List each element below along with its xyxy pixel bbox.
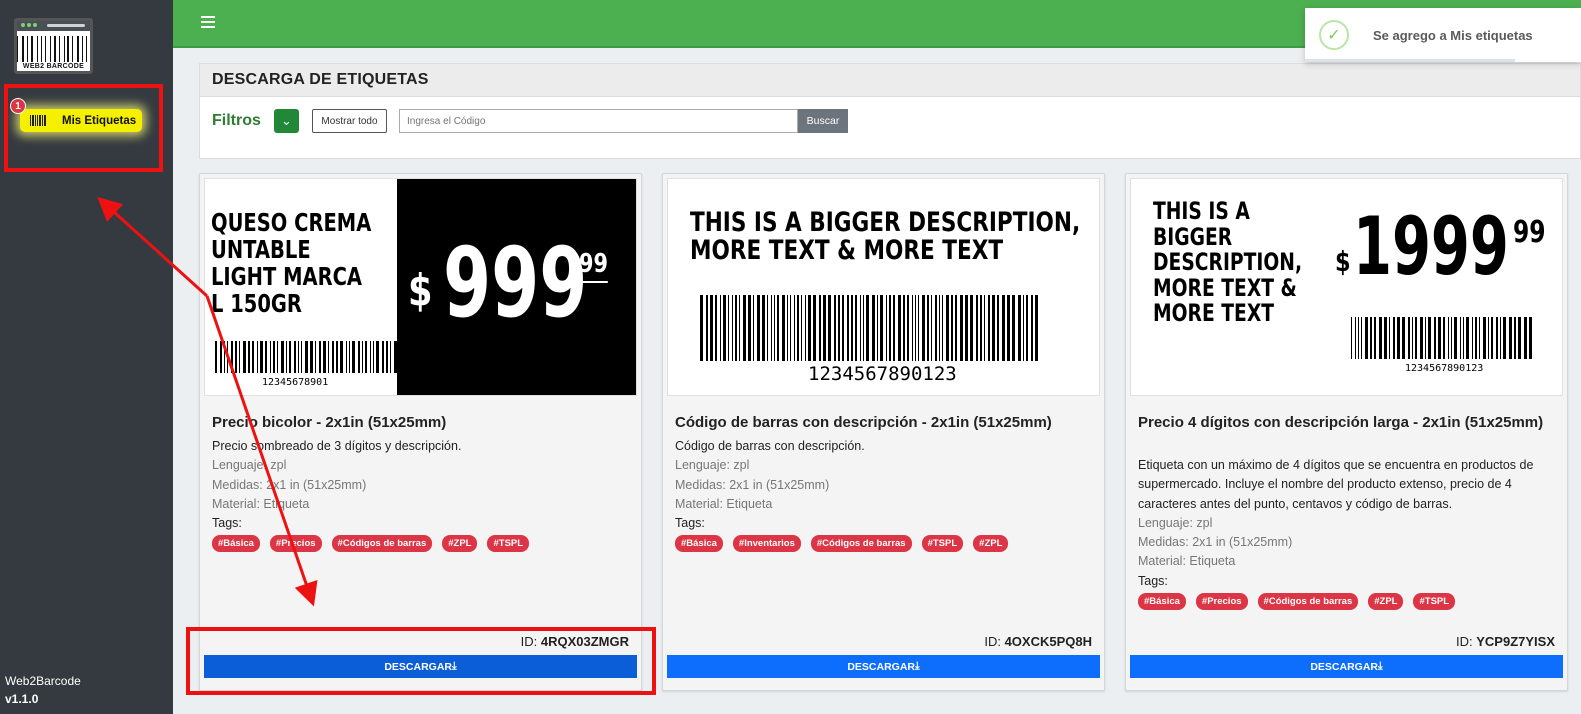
sidebar: WEB2 BARCODE 1 Mis Etiquetas Web2Barcode…: [0, 0, 173, 714]
tag-list: #Básica #Precios #Códigos de barras #ZPL…: [1138, 593, 1555, 611]
card-language: Lenguaje: zpl: [212, 458, 287, 473]
card-size: Medidas: 2x1 in (51x25mm): [212, 477, 367, 492]
logo-text: WEB2 BARCODE: [22, 63, 85, 70]
label-price: 999: [443, 227, 588, 339]
tags-label: Tags:: [675, 516, 705, 531]
toast-message: Se agrego a Mis etiquetas: [1373, 27, 1533, 43]
tag-badge[interactable]: #TSPL: [487, 535, 530, 553]
tag-badge[interactable]: #Precios: [269, 535, 322, 553]
logo-window-bar: [17, 21, 90, 31]
card-material: Material: Etiqueta: [212, 496, 310, 511]
download-icon: ⤓: [452, 660, 457, 672]
card-size: Medidas: 2x1 in (51x25mm): [675, 477, 830, 492]
tag-badge[interactable]: #ZPL: [442, 535, 478, 553]
card-id: ID: YCP9Z7YISX: [1455, 634, 1555, 649]
barcode-number: 1234567890123: [808, 363, 957, 385]
label-card: THIS IS A BIGGER DESCRIPTION, MORE TEXT …: [662, 173, 1105, 691]
download-button[interactable]: DESCARGAR ⤓: [1130, 655, 1563, 678]
currency-symbol: $: [408, 265, 433, 316]
filters-bar: Filtros ⌄ Mostrar todo Buscar: [199, 97, 1581, 159]
toast-progress-bar: [1305, 59, 1515, 62]
label-barcode: [215, 341, 399, 373]
card-material: Material: Etiqueta: [1138, 554, 1236, 569]
download-button[interactable]: DESCARGAR ⤓: [667, 655, 1100, 678]
tag-badge[interactable]: #Códigos de barras: [1257, 593, 1359, 611]
app-version: v1.1.0: [5, 692, 39, 706]
tag-badge[interactable]: #Precios: [1195, 593, 1248, 611]
app-logo[interactable]: WEB2 BARCODE: [14, 18, 93, 74]
card-material: Material: Etiqueta: [675, 496, 773, 511]
label-card: QUESO CREMA UNTABLE LIGHT MARCA L 150GR …: [199, 173, 642, 691]
show-all-button[interactable]: Mostrar todo: [312, 109, 387, 133]
menu-toggle-icon[interactable]: [201, 16, 215, 28]
sidebar-item-label: Mis Etiquetas: [62, 114, 137, 127]
card-id: ID: 4RQX03ZMGR: [520, 634, 629, 649]
tag-badge[interactable]: #TSPL: [921, 535, 964, 553]
label-preview: THIS IS A BIGGER DESCRIPTION, MORE TEXT …: [667, 178, 1100, 396]
barcode-number: 12345678901: [262, 377, 329, 388]
card-description: Etiqueta con un máximo de 4 dígitos que …: [1138, 458, 1534, 511]
tag-badge[interactable]: #Códigos de barras: [331, 535, 433, 553]
label-card: THIS IS A BIGGER DESCRIPTION, MORE TEXT …: [1125, 173, 1568, 691]
filters-toggle-button[interactable]: ⌄: [274, 109, 299, 133]
chevron-down-icon: ⌄: [281, 113, 292, 128]
tag-badge[interactable]: #TSPL: [1413, 593, 1456, 611]
label-description: THIS IS A BIGGER DESCRIPTION, MORE TEXT …: [690, 207, 1081, 266]
sidebar-item-mis-etiquetas[interactable]: Mis Etiquetas: [20, 109, 142, 132]
nav-count-badge: 1: [10, 98, 26, 114]
tags-label: Tags:: [212, 516, 242, 531]
tags-label: Tags:: [1138, 573, 1168, 588]
card-title: Código de barras con descripción - 2x1in…: [675, 414, 1052, 431]
card-title: Precio 4 dígitos con descripción larga -…: [1138, 414, 1544, 431]
label-cents: 99: [579, 249, 608, 283]
label-barcode: [1351, 317, 1534, 359]
tag-badge[interactable]: #ZPL: [973, 535, 1009, 553]
card-description: Código de barras con descripción.: [675, 439, 865, 453]
barcode-number: 1234567890123: [1405, 363, 1484, 374]
check-icon: ✓: [1319, 20, 1349, 50]
card-language: Lenguaje: zpl: [1138, 515, 1213, 530]
card-description: Precio sombreado de 3 dígitos y descripc…: [212, 439, 462, 453]
code-search-input[interactable]: [399, 109, 798, 133]
download-icon: ⤓: [915, 660, 920, 672]
search-button[interactable]: Buscar: [798, 109, 848, 133]
tag-badge[interactable]: #Básica: [1138, 593, 1186, 611]
tag-badge[interactable]: #Básica: [675, 535, 723, 553]
sidebar-footer: Web2Barcode v1.1.0: [5, 672, 81, 708]
label-preview: THIS IS A BIGGER DESCRIPTION, MORE TEXT …: [1130, 178, 1563, 396]
logo-barcode-icon: [16, 34, 90, 62]
download-icon: ⤓: [1378, 660, 1383, 672]
barcode-icon: [30, 115, 46, 126]
success-toast[interactable]: ✓ Se agrego a Mis etiquetas: [1305, 8, 1581, 62]
label-barcode: [700, 295, 1040, 361]
page-title: DESCARGA DE ETIQUETAS: [212, 71, 429, 88]
label-description: QUESO CREMA UNTABLE LIGHT MARCA L 150GR: [211, 208, 372, 318]
card-id: ID: 4OXCK5PQ8H: [984, 634, 1092, 649]
app-name: Web2Barcode: [5, 674, 81, 688]
card-language: Lenguaje: zpl: [675, 458, 750, 473]
label-cents: 99: [1513, 215, 1546, 250]
tag-badge[interactable]: #ZPL: [1368, 593, 1404, 611]
tag-badge[interactable]: #Básica: [212, 535, 260, 553]
page-header: DESCARGA DE ETIQUETAS: [199, 63, 1581, 97]
label-preview: QUESO CREMA UNTABLE LIGHT MARCA L 150GR …: [204, 178, 637, 396]
tag-badge[interactable]: #Códigos de barras: [810, 535, 912, 553]
tag-list: #Básica #Precios #Códigos de barras #ZPL…: [212, 535, 629, 553]
label-description: THIS IS A BIGGER DESCRIPTION, MORE TEXT …: [1153, 197, 1303, 327]
label-price: 1999: [1353, 200, 1509, 293]
download-button[interactable]: DESCARGAR ⤓: [204, 655, 637, 678]
tag-badge[interactable]: #Inventarios: [732, 535, 801, 553]
currency-symbol: $: [1335, 245, 1351, 278]
filters-label: Filtros: [212, 112, 261, 129]
card-title: Precio bicolor - 2x1in (51x25mm): [212, 414, 447, 431]
card-size: Medidas: 2x1 in (51x25mm): [1138, 535, 1293, 550]
tag-list: #Básica #Inventarios #Códigos de barras …: [675, 535, 1092, 553]
